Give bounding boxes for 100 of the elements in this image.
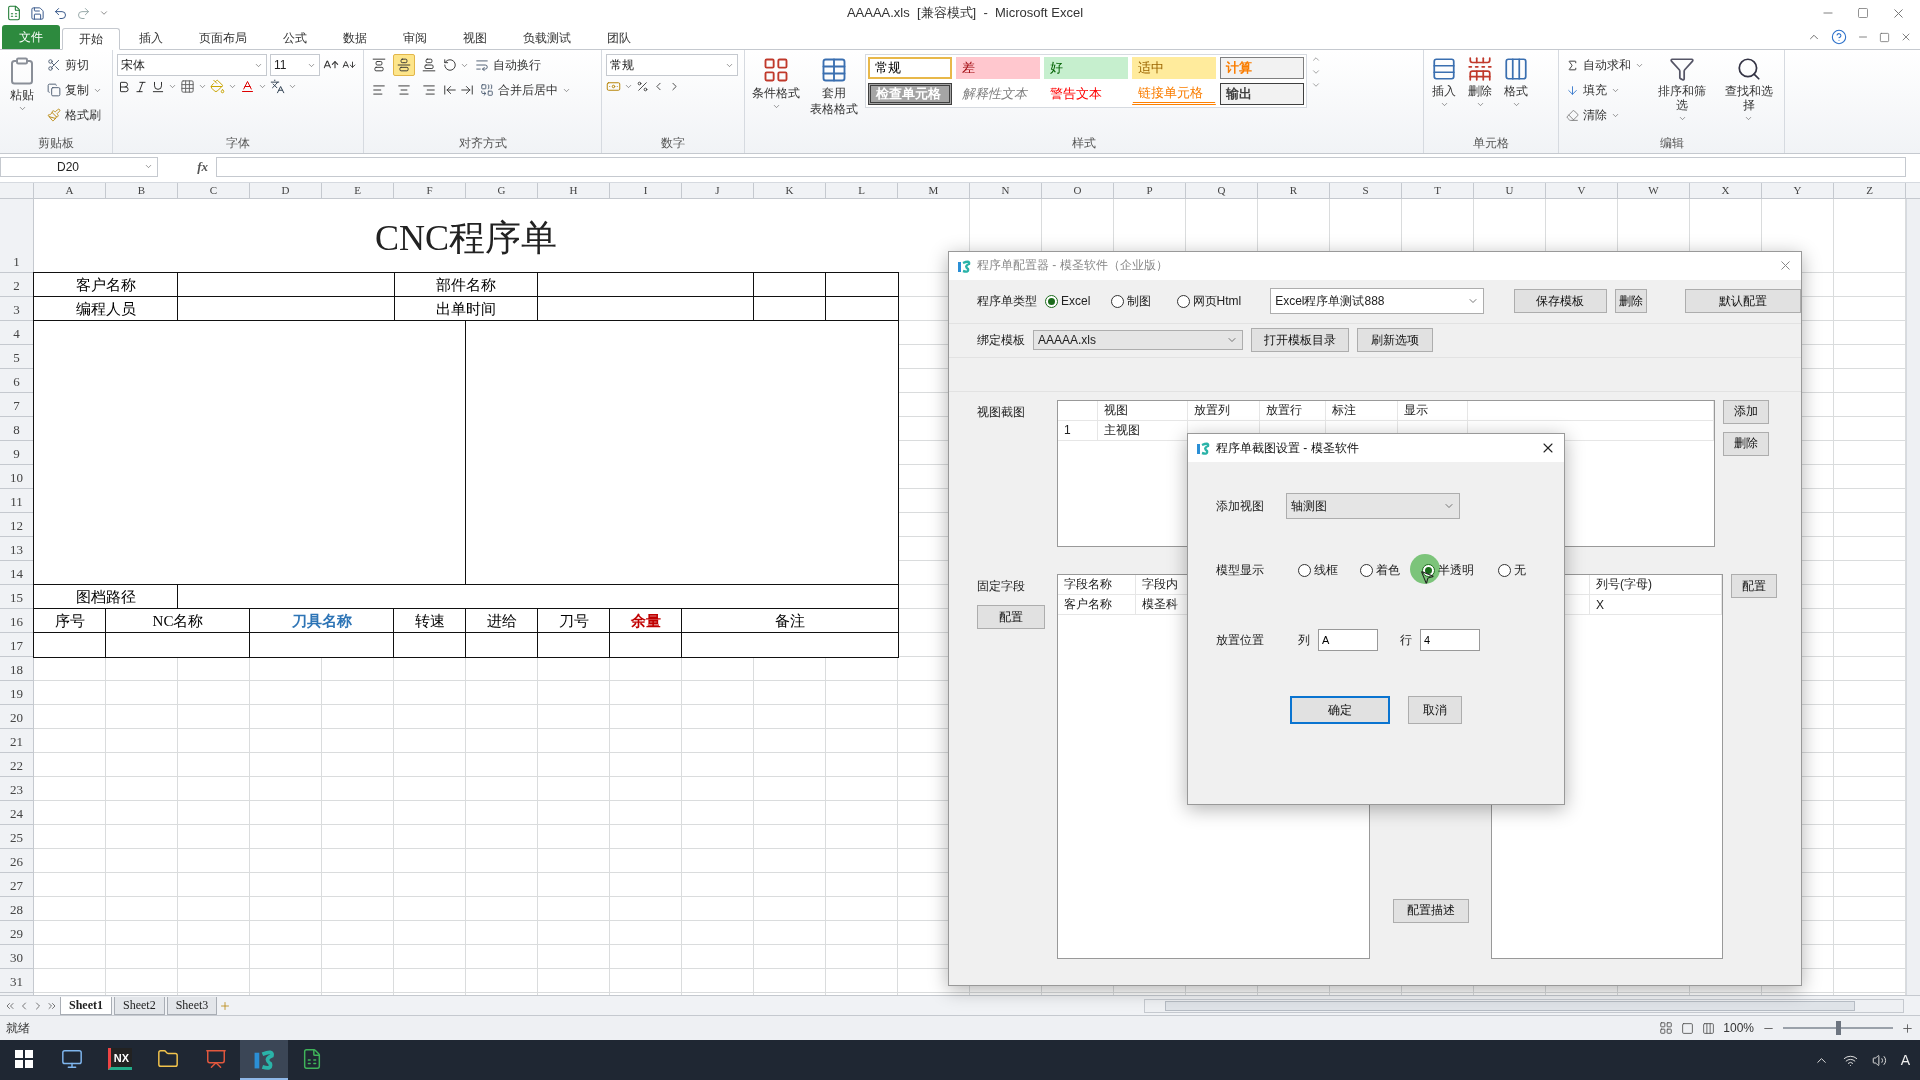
clear-button[interactable]: 清除 [1563, 104, 1647, 126]
column-header[interactable]: U [1474, 183, 1546, 198]
font-dropdown[interactable]: 宋体 [117, 54, 267, 76]
row-header[interactable]: 18 [0, 657, 33, 681]
normal-view-icon[interactable] [1659, 1021, 1674, 1035]
cell-style[interactable]: 输出 [1220, 83, 1304, 105]
align-bottom-icon[interactable] [422, 58, 436, 72]
font-size-dropdown[interactable]: 11 [270, 54, 320, 76]
align-center-icon[interactable] [397, 83, 411, 97]
row-header[interactable]: 29 [0, 921, 33, 945]
ribbon-tab[interactable]: 审阅 [386, 27, 444, 49]
column-header[interactable]: M [898, 183, 970, 198]
merge-center-button[interactable]: 合并后居中 [477, 79, 574, 101]
ribbon-tab[interactable]: 文件 [2, 25, 60, 49]
row-header[interactable]: 20 [0, 705, 33, 729]
align-left-icon[interactable] [372, 83, 386, 97]
borders-icon[interactable] [180, 79, 195, 94]
row-header[interactable]: 23 [0, 777, 33, 801]
align-middle-icon[interactable] [397, 58, 411, 72]
column-header[interactable]: O [1042, 183, 1114, 198]
taskbar-app[interactable]: NX [96, 1040, 144, 1080]
ribbon-tab[interactable]: 团队 [590, 27, 648, 49]
fill-button[interactable]: 填充 [1563, 79, 1647, 101]
row-input[interactable]: 4 [1420, 629, 1480, 651]
bold-icon[interactable] [117, 79, 131, 94]
radio-option[interactable]: Excel [1045, 294, 1103, 309]
format-painter-button[interactable]: 格式刷 [44, 104, 105, 126]
zoom-slider-thumb[interactable] [1836, 1021, 1841, 1035]
row-header[interactable]: 21 [0, 729, 33, 753]
row-header[interactable]: 1 [0, 199, 33, 273]
insert-function-button[interactable]: fx [162, 156, 212, 177]
open-folder-button[interactable]: 打开模板目录 [1251, 328, 1349, 353]
paste-button[interactable]: 粘贴 [4, 54, 40, 115]
view-dropdown[interactable]: 轴测图 [1286, 493, 1460, 519]
cell-style[interactable]: 差 [956, 57, 1040, 79]
find-select-button[interactable]: 查找和选择 [1717, 54, 1780, 125]
column-header[interactable]: F [394, 183, 466, 198]
zoom-in-icon[interactable] [1901, 1021, 1914, 1035]
row-header[interactable]: 19 [0, 681, 33, 705]
currency-icon[interactable] [606, 79, 621, 94]
taskbar-app[interactable] [240, 1040, 288, 1080]
cancel-button[interactable]: 取消 [1408, 696, 1462, 724]
italic-icon[interactable] [134, 79, 148, 94]
sheet-tab[interactable]: Sheet3 [166, 996, 218, 1015]
ribbon-tab[interactable]: 开始 [62, 28, 120, 50]
fill-color-icon[interactable] [210, 79, 225, 94]
column-header[interactable]: C [178, 183, 250, 198]
radio-option[interactable]: 制图 [1110, 292, 1169, 310]
scroll-thumb[interactable] [1165, 1000, 1855, 1011]
column-input[interactable]: A [1318, 629, 1378, 651]
font-color-icon[interactable] [240, 79, 255, 94]
cut-button[interactable]: 剪切 [44, 54, 105, 76]
refresh-button[interactable]: 刷新选项 [1357, 328, 1433, 353]
table-format-button[interactable]: 套用 表格格式 [807, 54, 861, 118]
wrap-text-button[interactable]: 自动换行 [472, 54, 544, 76]
format-button[interactable]: 格式 [1500, 54, 1532, 111]
percent-icon[interactable] [636, 80, 649, 93]
ok-button[interactable]: 确定 [1290, 696, 1390, 724]
delete-button[interactable]: 删除 [1464, 54, 1496, 111]
ribbon-tab[interactable]: 视图 [446, 27, 504, 49]
number-format-dropdown[interactable]: 常规 [606, 54, 738, 76]
save-icon[interactable] [30, 5, 45, 21]
column-header[interactable]: S [1330, 183, 1402, 198]
ribbon-tab[interactable]: 页面布局 [182, 27, 264, 49]
column-header[interactable]: E [322, 183, 394, 198]
input-method-indicator[interactable]: A [1900, 1052, 1910, 1068]
undo-icon[interactable] [53, 5, 68, 21]
column-header[interactable]: R [1258, 183, 1330, 198]
column-header[interactable]: D [250, 183, 322, 198]
radio-option[interactable]: 网页Html [1176, 292, 1263, 310]
delete-button[interactable]: 删除 [1614, 289, 1647, 314]
sort-filter-button[interactable]: 排序和筛选 [1651, 54, 1714, 125]
volume-icon[interactable] [1871, 1052, 1887, 1068]
row-header[interactable]: 27 [0, 873, 33, 897]
row-header[interactable]: 25 [0, 825, 33, 849]
column-header[interactable]: I [610, 183, 682, 198]
column-header[interactable]: G [466, 183, 538, 198]
increase-indent-icon[interactable] [460, 83, 474, 97]
zoom-level[interactable]: 100% [1723, 1021, 1754, 1035]
column-header[interactable]: H [538, 183, 610, 198]
ribbon-tab[interactable]: 插入 [122, 27, 180, 49]
row-header[interactable]: 28 [0, 897, 33, 921]
row-header[interactable]: 31 [0, 969, 33, 993]
sheet-tab[interactable]: Sheet2 [114, 996, 165, 1015]
config-button[interactable]: 配置 [977, 605, 1045, 630]
view-action-button[interactable]: 添加 [1723, 399, 1769, 424]
orientation-icon[interactable] [443, 58, 457, 72]
row-header[interactable]: 24 [0, 801, 33, 825]
page-layout-icon[interactable] [1681, 1021, 1695, 1035]
default-config-button[interactable]: 默认配置 [1684, 289, 1801, 314]
ribbon-tab[interactable]: 数据 [326, 27, 384, 49]
phonetic-icon[interactable] [270, 79, 285, 94]
column-header[interactable]: L [826, 183, 898, 198]
column-header[interactable]: N [970, 183, 1042, 198]
autosum-button[interactable]: 自动求和 [1563, 54, 1647, 76]
ribbon-tab[interactable]: 公式 [266, 27, 324, 49]
column-header[interactable]: W [1618, 183, 1690, 198]
insert-button[interactable]: 插入 [1428, 54, 1460, 111]
column-header[interactable]: Z [1834, 183, 1906, 198]
column-header[interactable]: P [1114, 183, 1186, 198]
